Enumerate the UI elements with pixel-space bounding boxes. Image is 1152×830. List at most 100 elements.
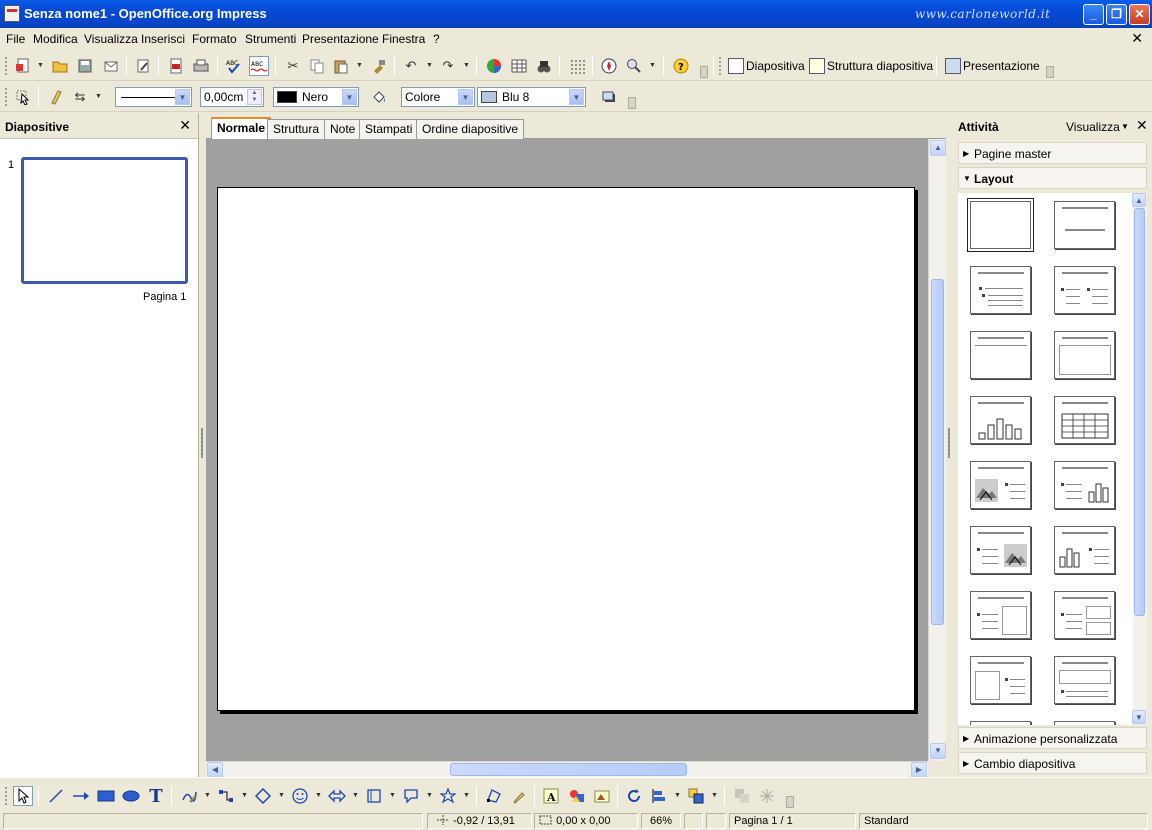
save-icon[interactable] — [75, 56, 95, 76]
left-panel-splitter[interactable] — [199, 113, 206, 777]
layout-title-chart[interactable] — [970, 396, 1031, 444]
autospellcheck-icon[interactable]: ABC — [249, 56, 269, 76]
open-folder-icon[interactable] — [50, 56, 70, 76]
tab-ordine-diapositive[interactable]: Ordine diapositive — [416, 119, 525, 139]
vertical-scroll-thumb[interactable] — [931, 279, 944, 625]
table-icon[interactable] — [509, 56, 529, 76]
slide-thumbnail[interactable] — [21, 157, 188, 284]
tab-note[interactable]: Note — [324, 119, 362, 139]
undo-dropdown-icon[interactable]: ▼ — [426, 62, 433, 69]
arrange-dropdown-icon[interactable]: ▼ — [711, 792, 718, 799]
menu-help[interactable]: ? — [433, 32, 440, 46]
connector-tool-icon[interactable] — [216, 786, 236, 806]
layout-more-1[interactable] — [970, 721, 1031, 725]
layout-title-only[interactable] — [1054, 201, 1115, 249]
line-tool-icon[interactable] — [46, 786, 66, 806]
toolbar-overflow-icon[interactable] — [786, 796, 794, 808]
layout-chart-text[interactable] — [1054, 526, 1115, 574]
rectangle-tool-icon[interactable] — [96, 786, 116, 806]
menu-modifica[interactable]: Modifica — [33, 32, 78, 46]
close-document-icon[interactable]: ✕ — [1131, 30, 1143, 47]
ellipse-tool-icon[interactable] — [121, 786, 141, 806]
paste-dropdown-icon[interactable]: ▼ — [356, 62, 363, 69]
effects-icon[interactable] — [757, 786, 777, 806]
spellcheck-icon[interactable]: ABC — [224, 56, 244, 76]
points-icon[interactable] — [484, 786, 504, 806]
tab-stampati[interactable]: Stampati — [359, 119, 419, 139]
section-cambio-diapositiva[interactable]: ▶ Cambio diapositiva — [958, 752, 1147, 774]
undo-icon[interactable]: ↶ — [401, 56, 421, 76]
zoom-dropdown-icon[interactable]: ▼ — [649, 62, 656, 69]
clone-format-icon[interactable] — [369, 56, 389, 76]
layout-centered-text[interactable] — [1054, 331, 1115, 379]
symbol-shapes-dropdown-icon[interactable]: ▼ — [315, 792, 322, 799]
toolbar-overflow-icon[interactable] — [700, 66, 708, 78]
menu-file[interactable]: File — [6, 32, 25, 46]
status-selection-mode[interactable] — [706, 813, 726, 829]
layout-blank[interactable] — [968, 199, 1033, 251]
tasks-view-menu[interactable]: Visualizza — [1066, 120, 1120, 134]
export-pdf-icon[interactable] — [166, 56, 186, 76]
from-file-icon[interactable] — [567, 786, 587, 806]
line-width-field[interactable]: 0,00cm ▲ ▼ — [200, 87, 264, 107]
right-panel-splitter[interactable] — [946, 113, 953, 777]
chevron-down-icon[interactable]: ▼ — [342, 89, 357, 105]
arrow-tool-icon[interactable] — [71, 786, 91, 806]
edit-file-icon[interactable] — [133, 56, 153, 76]
toolbar-grip[interactable] — [4, 56, 8, 76]
gallery-icon[interactable] — [592, 786, 612, 806]
chevron-down-icon[interactable]: ▼ — [1121, 122, 1129, 131]
fontwork-icon[interactable]: A — [541, 786, 561, 806]
callouts-dropdown-icon[interactable]: ▼ — [426, 792, 433, 799]
block-arrows-dropdown-icon[interactable]: ▼ — [352, 792, 359, 799]
basic-shapes-dropdown-icon[interactable]: ▼ — [278, 792, 285, 799]
curve-tool-icon[interactable] — [179, 786, 199, 806]
layout-text-two-objects[interactable] — [1054, 591, 1115, 639]
zoom-icon[interactable] — [624, 56, 644, 76]
chevron-down-icon[interactable]: ▼ — [458, 89, 473, 105]
menu-finestra[interactable]: Finestra — [382, 32, 425, 46]
slide-layout-button[interactable]: Struttura diapositiva — [809, 57, 933, 75]
chart-icon[interactable] — [484, 56, 504, 76]
close-tasks-panel-icon[interactable]: ✕ — [1136, 117, 1148, 134]
connector-dropdown-icon[interactable]: ▼ — [241, 792, 248, 799]
gluepoints-icon[interactable] — [509, 786, 529, 806]
select-mode-icon[interactable] — [13, 87, 33, 107]
impress-app-icon[interactable] — [4, 5, 20, 22]
layout-more-2[interactable] — [1054, 721, 1115, 725]
section-animazione[interactable]: ▶ Animazione personalizzata — [958, 727, 1147, 749]
scroll-up-icon[interactable]: ▲ — [930, 140, 946, 156]
callouts-icon[interactable] — [401, 786, 421, 806]
fill-type-combo[interactable]: Colore ▼ — [401, 87, 475, 107]
layout-title-two-content[interactable] — [1054, 266, 1115, 314]
stars-dropdown-icon[interactable]: ▼ — [463, 792, 470, 799]
text-tool-icon[interactable]: T — [146, 786, 166, 807]
horizontal-scrollbar[interactable]: ◀ ▶ — [206, 761, 928, 778]
chevron-down-icon[interactable]: ▼ — [569, 89, 584, 105]
status-zoom[interactable]: 66% — [641, 813, 681, 829]
layout-text-object[interactable] — [970, 591, 1031, 639]
scroll-right-icon[interactable]: ▶ — [911, 762, 927, 778]
group-icon[interactable] — [732, 786, 752, 806]
status-insert-mode[interactable] — [684, 813, 703, 829]
redo-icon[interactable]: ↷ — [438, 56, 458, 76]
toolbar-grip[interactable] — [718, 56, 722, 76]
flowchart-dropdown-icon[interactable]: ▼ — [389, 792, 396, 799]
redo-dropdown-icon[interactable]: ▼ — [463, 62, 470, 69]
block-arrows-icon[interactable] — [327, 786, 347, 806]
slideshow-button[interactable]: Presentazione — [945, 57, 1040, 75]
section-layout[interactable]: ▼ Layout — [958, 167, 1147, 189]
close-slides-panel-icon[interactable]: ✕ — [179, 117, 191, 134]
paste-icon[interactable] — [331, 56, 351, 76]
arrow-style-icon[interactable]: ⇆ — [70, 87, 90, 107]
basic-shapes-icon[interactable] — [253, 786, 273, 806]
menu-presentazione[interactable]: Presentazione — [302, 32, 379, 46]
scroll-down-icon[interactable]: ▼ — [1132, 710, 1146, 724]
menu-strumenti[interactable]: Strumenti — [245, 32, 296, 46]
layout-title-table[interactable] — [1054, 396, 1115, 444]
maximize-button[interactable]: ❐ — [1106, 4, 1127, 25]
toolbar-overflow-icon[interactable] — [628, 97, 636, 109]
layout-object-over-text[interactable] — [1054, 656, 1115, 704]
toolbar-overflow-icon[interactable] — [1046, 66, 1054, 78]
slide-canvas[interactable] — [206, 139, 928, 761]
